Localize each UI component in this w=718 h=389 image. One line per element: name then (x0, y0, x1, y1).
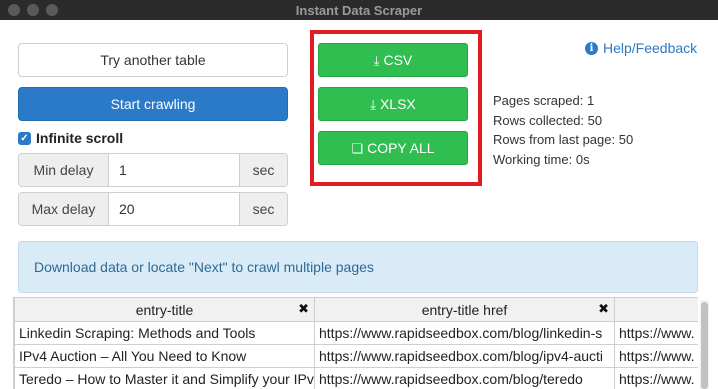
min-delay-unit: sec (239, 154, 287, 186)
xlsx-download-button[interactable]: ⤓ XLSX (318, 87, 468, 121)
working-time-stat: Working time: 0s (493, 151, 590, 167)
try-another-table-button[interactable]: Try another table (18, 43, 288, 77)
rows-last-page-stat: Rows from last page: 50 (493, 132, 634, 147)
remove-column-icon[interactable]: ✖ (298, 301, 309, 317)
column-header[interactable]: entry-title ✖ (14, 297, 315, 322)
csv-download-button[interactable]: ⤓ CSV (318, 43, 468, 77)
table-cell: https://www. (614, 321, 698, 345)
table-cell: https://www.rapidseedbox.com/blog/teredo (314, 367, 615, 389)
start-crawling-button[interactable]: Start crawling (18, 87, 288, 121)
info-alert: Download data or locate "Next" to crawl … (18, 241, 698, 293)
remove-column-icon[interactable]: ✖ (598, 301, 609, 317)
data-table-container: entry-title ✖ entry-title href ✖ attac L… (13, 297, 698, 389)
max-delay-label: Max delay (19, 193, 109, 225)
infinite-scroll-label: Infinite scroll (36, 130, 124, 146)
infinite-scroll-checkbox[interactable]: ✓ (18, 131, 31, 145)
min-delay-group: Min delay 1 sec (18, 153, 288, 187)
table-cell: Teredo – How to Master it and Simplify y… (14, 367, 315, 389)
max-delay-group: Max delay 20 sec (18, 192, 288, 226)
help-feedback-label: Help/Feedback (603, 40, 698, 56)
table-header-row: entry-title ✖ entry-title href ✖ attac (14, 297, 698, 322)
column-header-label: entry-title (135, 301, 194, 318)
table-cell: IPv4 Auction – All You Need to Know (14, 344, 315, 368)
column-header-label: entry-title href (421, 301, 508, 318)
xlsx-label: XLSX (379, 96, 416, 112)
table-cell: https://www. (614, 344, 698, 368)
rows-collected-stat: Rows collected: 50 (493, 112, 603, 128)
table-row: Teredo – How to Master it and Simplify y… (14, 367, 698, 389)
min-delay-label: Min delay (19, 154, 109, 186)
max-delay-input[interactable]: 20 (109, 193, 239, 225)
infinite-scroll-option[interactable]: ✓ Infinite scroll (18, 129, 123, 147)
copy-all-button[interactable]: ❏ COPY ALL (318, 131, 468, 165)
table-row: Linkedin Scraping: Methods and Tools htt… (14, 321, 698, 345)
window-titlebar: Instant Data Scraper (0, 0, 718, 20)
data-table: entry-title ✖ entry-title href ✖ attac L… (14, 297, 698, 389)
scrape-stats: Pages scraped: 1 Rows collected: 50 Rows… (493, 91, 633, 169)
table-cell: https://www. (614, 367, 698, 389)
column-header[interactable]: attac (614, 297, 698, 322)
table-cell: https://www.rapidseedbox.com/blog/ipv4-a… (314, 344, 615, 368)
copy-all-label: COPY ALL (367, 140, 435, 156)
download-icon: ⤓ (373, 53, 380, 68)
min-delay-input[interactable]: 1 (109, 154, 239, 186)
help-feedback-link[interactable]: i Help/Feedback (585, 40, 697, 56)
max-delay-unit: sec (239, 193, 287, 225)
download-icon: ⤓ (370, 97, 376, 112)
info-icon: i (585, 41, 598, 55)
table-cell: https://www.rapidseedbox.com/blog/linked… (314, 321, 615, 345)
vertical-scrollbar-thumb[interactable] (701, 302, 708, 389)
clipboard-icon: ❏ (351, 141, 364, 156)
csv-label: CSV (383, 52, 413, 68)
column-header[interactable]: entry-title href ✖ (314, 297, 615, 322)
window-title: Instant Data Scraper (295, 3, 423, 18)
table-row: IPv4 Auction – All You Need to Know http… (14, 344, 698, 368)
table-cell: Linkedin Scraping: Methods and Tools (14, 321, 315, 345)
pages-scraped-stat: Pages scraped: 1 (493, 93, 595, 108)
